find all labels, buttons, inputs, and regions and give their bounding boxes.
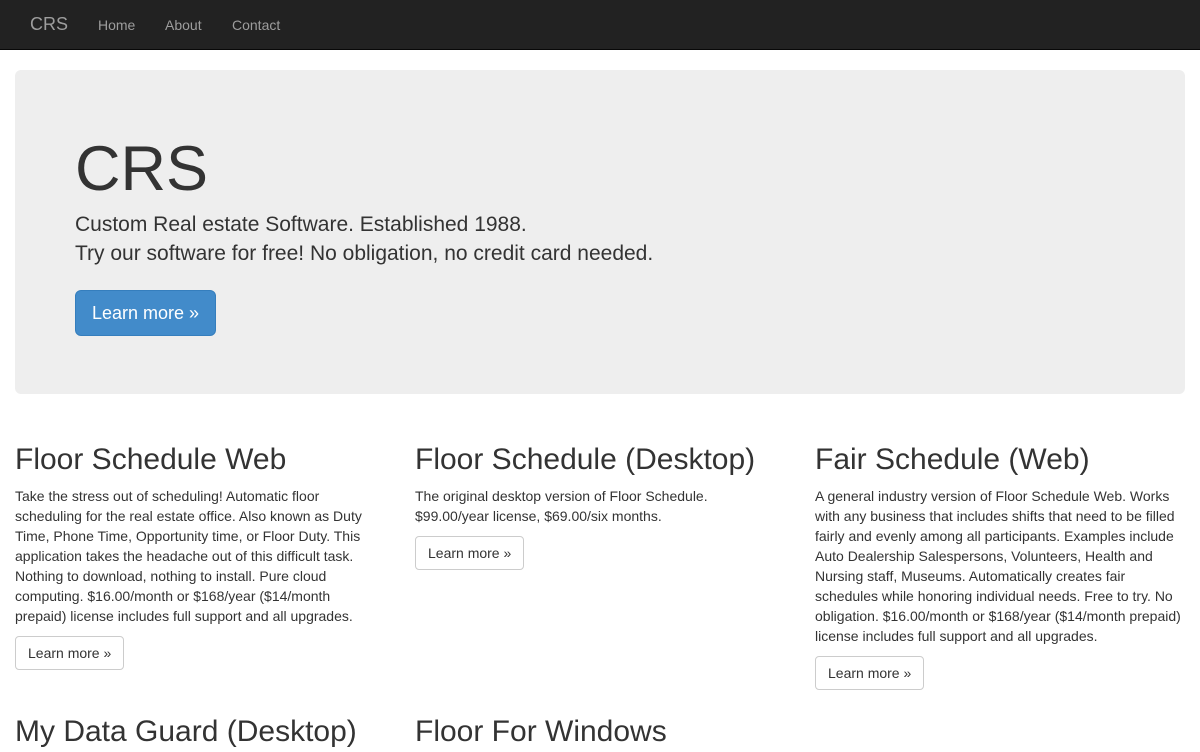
product-title: Fair Schedule (Web) [815,443,1090,476]
product-floor-for-windows-title: Floor For Windows [415,715,667,748]
hero-lead-established: Custom Real estate Software. Established… [75,213,527,236]
learn-more-button[interactable]: Learn more » [15,636,125,670]
navbar-brand[interactable]: CRS [30,14,68,34]
product-floor-schedule-desktop: Floor Schedule (Desktop) The original de… [415,440,785,570]
product-description: The original desktop version of Floor Sc… [415,488,708,524]
nav-link-home[interactable]: Home [98,16,135,34]
top-navbar: CRS Home About Contact [0,0,1200,50]
product-my-data-guard-title: My Data Guard (Desktop) [15,715,357,748]
learn-more-button[interactable]: Learn more » [415,536,525,570]
product-title: Floor Schedule Web [15,443,287,476]
hero-learn-more-button[interactable]: Learn more » [75,290,216,336]
product-title: Floor Schedule (Desktop) [415,443,756,476]
product-floor-schedule-web: Floor Schedule Web Take the stress out o… [15,440,385,670]
nav-link-about[interactable]: About [165,16,202,34]
hero-title: CRS [75,134,209,204]
learn-more-button[interactable]: Learn more » [815,656,925,690]
hero-lead-free-trial: Try our software for free! No obligation… [75,242,654,265]
product-fair-schedule-web: Fair Schedule (Web) A general industry v… [815,440,1185,690]
hero-jumbotron: CRS Custom Real estate Software. Establi… [15,70,1185,394]
nav-link-contact[interactable]: Contact [232,16,280,34]
product-description: A general industry version of Floor Sche… [815,488,1181,644]
product-description: Take the stress out of scheduling! Autom… [15,488,362,624]
